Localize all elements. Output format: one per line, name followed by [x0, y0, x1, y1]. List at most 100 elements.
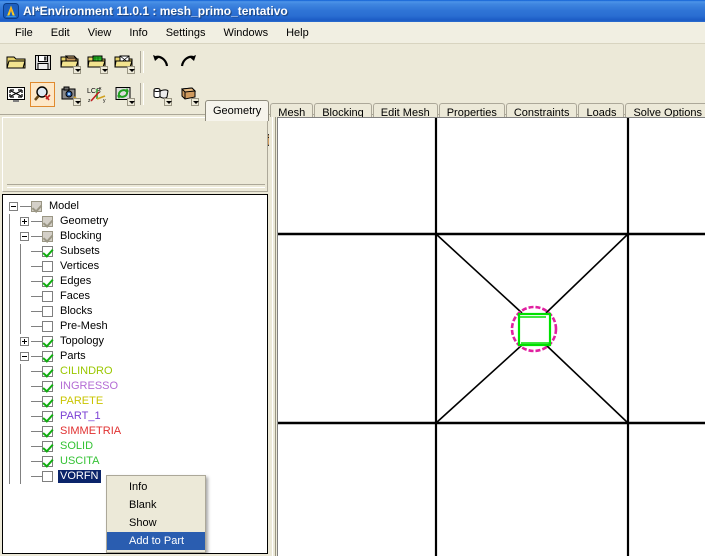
- tree-node-simmetria[interactable]: SIMMETRIA: [9, 424, 267, 439]
- checkbox[interactable]: [42, 441, 53, 452]
- tree-elbow: [20, 199, 31, 214]
- checkbox[interactable]: [42, 471, 53, 482]
- chevron-down-icon[interactable]: [100, 65, 108, 74]
- tree-label: Blocks: [60, 305, 93, 317]
- checkbox[interactable]: [42, 456, 53, 467]
- collapse-icon[interactable]: [9, 202, 18, 211]
- tree-line: [9, 274, 10, 289]
- checkbox[interactable]: [42, 306, 53, 317]
- open-file-icon[interactable]: [3, 50, 28, 75]
- tree-node-topology[interactable]: Topology: [9, 334, 267, 349]
- local-coordinate-system-icon[interactable]: LCS x z y: [84, 82, 109, 107]
- data-entry-panel: [2, 117, 268, 192]
- tree-line: [9, 244, 10, 259]
- view-sections-icon[interactable]: [148, 82, 173, 107]
- chevron-down-icon[interactable]: [127, 97, 135, 106]
- chevron-down-icon[interactable]: [127, 65, 135, 74]
- checkbox[interactable]: [42, 261, 53, 272]
- menu-settings[interactable]: Settings: [157, 24, 215, 42]
- tree-label: USCITA: [60, 455, 100, 467]
- tree-line: [9, 304, 10, 319]
- menu-edit[interactable]: Edit: [42, 24, 79, 42]
- zoom-box-icon[interactable]: [30, 81, 55, 107]
- tree-node-edges[interactable]: Edges: [9, 274, 267, 289]
- tree-label: Topology: [60, 335, 105, 347]
- checkbox[interactable]: [42, 366, 53, 377]
- context-menu-item-info[interactable]: Info: [107, 478, 205, 496]
- checkbox[interactable]: [42, 336, 53, 347]
- tree-elbow: [31, 259, 42, 274]
- checkbox[interactable]: [31, 201, 42, 212]
- tree-node-cilindro[interactable]: CILINDRO: [9, 364, 267, 379]
- solid-view-icon[interactable]: [175, 82, 200, 107]
- chevron-down-icon[interactable]: [73, 65, 81, 74]
- tree-label: CILINDRO: [60, 365, 113, 377]
- menu-windows[interactable]: Windows: [214, 24, 277, 42]
- checkbox[interactable]: [42, 426, 53, 437]
- tree-elbow: [31, 289, 42, 304]
- checkbox[interactable]: [42, 291, 53, 302]
- context-menu-item-add-to-part[interactable]: Add to Part: [107, 532, 205, 550]
- tree-node-model[interactable]: Model: [9, 199, 267, 214]
- tree-node-part-1[interactable]: PART_1: [9, 409, 267, 424]
- tree-node-vertices[interactable]: Vertices: [9, 259, 267, 274]
- expand-icon[interactable]: [20, 217, 29, 226]
- checkbox[interactable]: [42, 321, 53, 332]
- chevron-down-icon[interactable]: [191, 97, 199, 106]
- collapse-icon[interactable]: [20, 232, 29, 241]
- expand-icon[interactable]: [20, 337, 29, 346]
- tree-node-pre-mesh[interactable]: Pre-Mesh: [9, 319, 267, 334]
- graphics-viewport[interactable]: [277, 117, 705, 556]
- tree-node-faces[interactable]: Faces: [9, 289, 267, 304]
- tree-label: Vertices: [60, 260, 100, 272]
- checkbox[interactable]: [42, 276, 53, 287]
- tab-geometry[interactable]: Geometry: [205, 100, 270, 121]
- tree-node-blocks[interactable]: Blocks: [9, 304, 267, 319]
- chevron-down-icon[interactable]: [73, 97, 81, 106]
- model-tree-panel[interactable]: Model Geometry Blocking Subsets Vertices…: [2, 194, 268, 554]
- tree-node-subsets[interactable]: Subsets: [9, 244, 267, 259]
- tree-elbow: [31, 274, 42, 289]
- checkbox[interactable]: [42, 351, 53, 362]
- checkbox[interactable]: [42, 396, 53, 407]
- tree-label: VORFN: [58, 470, 101, 483]
- menu-view[interactable]: View: [79, 24, 121, 42]
- menu-help[interactable]: Help: [277, 24, 318, 42]
- collapse-icon[interactable]: [20, 352, 29, 361]
- tree-node-solid[interactable]: SOLID: [9, 439, 267, 454]
- undo-icon[interactable]: [148, 50, 173, 75]
- menu-file[interactable]: File: [6, 24, 42, 42]
- checkbox[interactable]: [42, 231, 53, 242]
- menu-info[interactable]: Info: [120, 24, 156, 42]
- redo-icon[interactable]: [175, 50, 200, 75]
- application-window: AI*Environment 11.0.1 : mesh_primo_tenta…: [0, 0, 705, 556]
- vertical-splitter[interactable]: [269, 117, 277, 556]
- app-logo-icon: [3, 3, 19, 19]
- tree-node-parts[interactable]: Parts: [9, 349, 267, 364]
- tree-node-parete[interactable]: PARETE: [9, 394, 267, 409]
- chevron-down-icon[interactable]: [164, 97, 172, 106]
- save-picture-icon[interactable]: [57, 82, 82, 107]
- checkbox[interactable]: [42, 381, 53, 392]
- menu-bar: File Edit View Info Settings Windows Hel…: [0, 22, 705, 44]
- tree-node-geometry[interactable]: Geometry: [9, 214, 267, 229]
- checkbox[interactable]: [42, 246, 53, 257]
- tree-label: Pre-Mesh: [60, 320, 108, 332]
- tree-node-uscita[interactable]: USCITA: [9, 454, 267, 469]
- open-blocking-icon[interactable]: [111, 50, 136, 75]
- tree-line: [9, 319, 10, 334]
- checkbox[interactable]: [42, 411, 53, 422]
- fit-window-icon[interactable]: [3, 82, 28, 107]
- open-geometry-icon[interactable]: [57, 50, 82, 75]
- main-toolbar-row-1: [2, 46, 202, 78]
- refresh-icon[interactable]: [111, 82, 136, 107]
- context-menu-item-blank[interactable]: Blank: [107, 496, 205, 514]
- tree-line: [20, 409, 21, 424]
- tree-line: [20, 394, 21, 409]
- tree-node-blocking[interactable]: Blocking: [9, 229, 267, 244]
- save-file-icon[interactable]: [30, 50, 55, 75]
- checkbox[interactable]: [42, 216, 53, 227]
- open-mesh-icon[interactable]: [84, 50, 109, 75]
- tree-node-ingresso[interactable]: INGRESSO: [9, 379, 267, 394]
- context-menu-item-show[interactable]: Show: [107, 514, 205, 532]
